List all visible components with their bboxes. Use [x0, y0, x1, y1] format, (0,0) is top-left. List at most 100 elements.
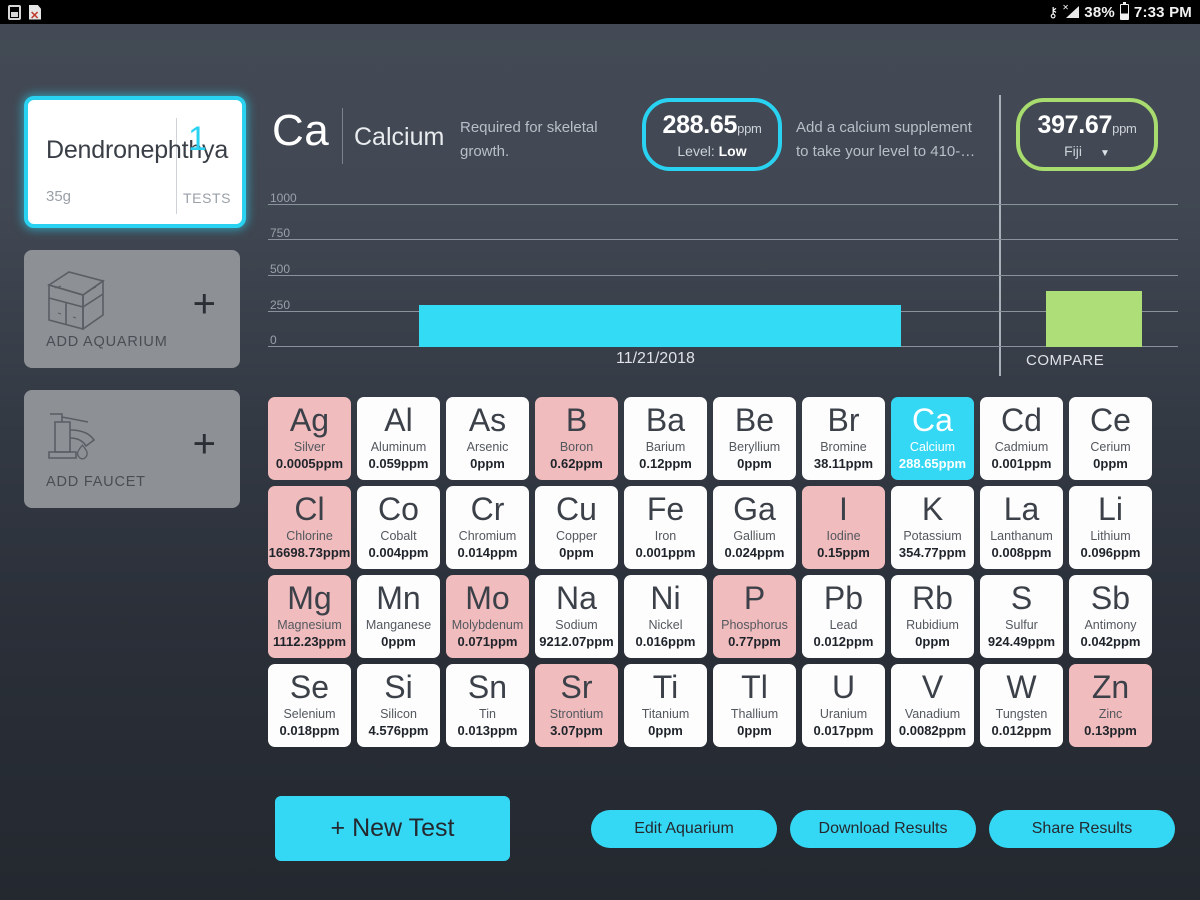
- element-tile-value: 0.096ppm: [1080, 545, 1141, 560]
- element-tile-sb[interactable]: Sb Antimony 0.042ppm: [1069, 575, 1152, 658]
- plus-icon: +: [192, 422, 216, 466]
- results-chart: 1000 750 500 250 0 11/21/2018 COMPARE: [268, 190, 1178, 375]
- element-tile-symbol: Mo: [465, 580, 510, 616]
- element-tile-value: 0.15ppm: [817, 545, 870, 560]
- signal-no-service-icon: [1062, 3, 1080, 19]
- element-tile-symbol: W: [1006, 669, 1037, 705]
- element-tile-ba[interactable]: Ba Barium 0.12ppm: [624, 397, 707, 480]
- element-description: Required for skeletal growth.: [460, 119, 598, 160]
- element-tile-cu[interactable]: Cu Copper 0ppm: [535, 486, 618, 569]
- element-tile-si[interactable]: Si Silicon 4.576ppm: [357, 664, 440, 747]
- element-tile-ce[interactable]: Ce Cerium 0ppm: [1069, 397, 1152, 480]
- compare-value-row: 397.67ppm: [1037, 111, 1136, 140]
- element-tile-u[interactable]: U Uranium 0.017ppm: [802, 664, 885, 747]
- chevron-down-icon[interactable]: ▼: [1100, 148, 1110, 159]
- element-tile-symbol: Sr: [560, 669, 593, 705]
- element-tile-fe[interactable]: Fe Iron 0.001ppm: [624, 486, 707, 569]
- element-tile-sr[interactable]: Sr Strontium 3.07ppm: [535, 664, 618, 747]
- element-tile-name: Cobalt: [380, 529, 417, 543]
- element-tile-na[interactable]: Na Sodium 9212.07ppm: [535, 575, 618, 658]
- compare-source-selector[interactable]: 397.67ppm Fiji ▼: [1016, 98, 1158, 171]
- element-tile-ga[interactable]: Ga Gallium 0.024ppm: [713, 486, 796, 569]
- element-tile-cd[interactable]: Cd Cadmium 0.001ppm: [980, 397, 1063, 480]
- element-tile-name: Lithium: [1090, 529, 1131, 543]
- compare-source: Fiji: [1064, 142, 1082, 159]
- element-tile-name: Barium: [645, 440, 686, 454]
- current-unit: ppm: [737, 120, 762, 136]
- element-tile-v[interactable]: V Vanadium 0.0082ppm: [891, 664, 974, 747]
- card-divider: [176, 118, 177, 214]
- element-tile-name: Magnesium: [277, 618, 342, 632]
- download-results-button[interactable]: Download Results: [790, 810, 976, 848]
- element-tile-symbol: Mn: [376, 580, 421, 616]
- element-tile-se[interactable]: Se Selenium 0.018ppm: [268, 664, 351, 747]
- share-results-button[interactable]: Share Results: [989, 810, 1175, 848]
- element-tile-tl[interactable]: Tl Thallium 0ppm: [713, 664, 796, 747]
- element-tile-i[interactable]: I Iodine 0.15ppm: [802, 486, 885, 569]
- current-value: 288.65: [662, 110, 738, 139]
- add-aquarium-button[interactable]: + ADD AQUARIUM: [24, 250, 240, 368]
- element-tile-mn[interactable]: Mn Manganese 0ppm: [357, 575, 440, 658]
- element-tile-value: 0ppm: [1093, 456, 1128, 471]
- element-tile-name: Tin: [479, 707, 496, 721]
- status-bar-right: ⚷ 38% 7:33 PM: [1048, 1, 1192, 21]
- element-tile-ca[interactable]: Ca Calcium 288.65ppm: [891, 397, 974, 480]
- status-bar-left: [8, 4, 41, 22]
- level-value: Low: [718, 142, 747, 159]
- compare-unit: ppm: [1112, 120, 1137, 136]
- element-tile-value: 38.11ppm: [813, 456, 874, 471]
- element-tile-symbol: Rb: [912, 580, 953, 616]
- element-tile-value: 0ppm: [648, 723, 683, 738]
- element-tile-mg[interactable]: Mg Magnesium 1112.23ppm: [268, 575, 351, 658]
- element-tile-la[interactable]: La Lanthanum 0.008ppm: [980, 486, 1063, 569]
- aquarium-card-dendronephthya[interactable]: Dendronephthya 1 35g TESTS: [24, 96, 246, 228]
- element-tile-b[interactable]: B Boron 0.62ppm: [535, 397, 618, 480]
- element-tile-symbol: Si: [384, 669, 413, 705]
- element-tile-name: Vanadium: [904, 707, 961, 721]
- element-tile-ag[interactable]: Ag Silver 0.0005ppm: [268, 397, 351, 480]
- element-tile-zn[interactable]: Zn Zinc 0.13ppm: [1069, 664, 1152, 747]
- element-tile-as[interactable]: As Arsenic 0ppm: [446, 397, 529, 480]
- add-faucet-button[interactable]: + ADD FAUCET: [24, 390, 240, 508]
- element-tile-ni[interactable]: Ni Nickel 0.016ppm: [624, 575, 707, 658]
- element-tile-sn[interactable]: Sn Tin 0.013ppm: [446, 664, 529, 747]
- element-tile-name: Chlorine: [286, 529, 333, 543]
- element-tile-k[interactable]: K Potassium 354.77ppm: [891, 486, 974, 569]
- bar-test-result[interactable]: [419, 305, 901, 347]
- aquarium-weight: 35g: [46, 188, 72, 205]
- bar-compare-reference[interactable]: [1046, 291, 1142, 347]
- element-tile-value: 0.012ppm: [813, 634, 874, 649]
- element-tile-li[interactable]: Li Lithium 0.096ppm: [1069, 486, 1152, 569]
- element-tile-br[interactable]: Br Bromine 38.11ppm: [802, 397, 885, 480]
- element-tile-rb[interactable]: Rb Rubidium 0ppm: [891, 575, 974, 658]
- element-tile-symbol: Sb: [1090, 580, 1131, 616]
- element-tile-p[interactable]: P Phosphorus 0.77ppm: [713, 575, 796, 658]
- element-tile-w[interactable]: W Tungsten 0.012ppm: [980, 664, 1063, 747]
- new-test-button[interactable]: + New Test: [275, 796, 510, 861]
- element-tile-be[interactable]: Be Beryllium 0ppm: [713, 397, 796, 480]
- element-tile-value: 0.62ppm: [550, 456, 603, 471]
- element-tile-name: Silver: [293, 440, 326, 454]
- element-tile-mo[interactable]: Mo Molybdenum 0.071ppm: [446, 575, 529, 658]
- element-tile-name: Nickel: [648, 618, 683, 632]
- element-tile-name: Cerium: [1090, 440, 1131, 454]
- element-tile-value: 0.042ppm: [1080, 634, 1141, 649]
- element-tile-cl[interactable]: Cl Chlorine 16698.73ppm: [268, 486, 351, 569]
- element-tile-ti[interactable]: Ti Titanium 0ppm: [624, 664, 707, 747]
- element-tile-value: 0.13ppm: [1084, 723, 1137, 738]
- element-tile-co[interactable]: Co Cobalt 0.004ppm: [357, 486, 440, 569]
- aquarium-test-count: 1: [188, 120, 207, 158]
- element-tile-value: 0.77ppm: [728, 634, 781, 649]
- gridline: [268, 275, 1178, 276]
- element-tile-pb[interactable]: Pb Lead 0.012ppm: [802, 575, 885, 658]
- battery-icon: [1119, 1, 1129, 20]
- compare-value: 397.67: [1037, 110, 1113, 139]
- element-tile-symbol: Ga: [733, 491, 776, 527]
- gridline: [268, 204, 1178, 205]
- element-tile-s[interactable]: S Sulfur 924.49ppm: [980, 575, 1063, 658]
- element-tile-name: Arsenic: [466, 440, 509, 454]
- element-tile-cr[interactable]: Cr Chromium 0.014ppm: [446, 486, 529, 569]
- element-tile-al[interactable]: Al Aluminum 0.059ppm: [357, 397, 440, 480]
- element-tile-symbol: Cr: [470, 491, 505, 527]
- edit-aquarium-button[interactable]: Edit Aquarium: [591, 810, 777, 848]
